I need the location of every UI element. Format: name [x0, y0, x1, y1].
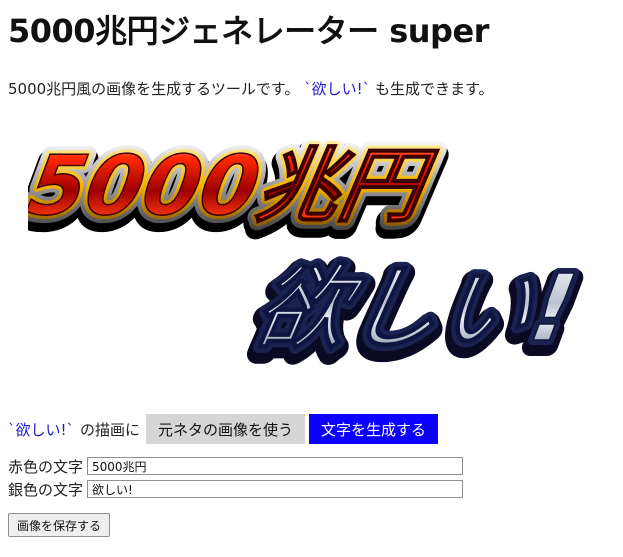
render-code-label: `欲しい!` — [8, 420, 75, 439]
generated-logo-image: 5000兆円 5000兆円 5000兆円 5000兆円 欲しい! 欲しい! 欲し… — [28, 131, 593, 373]
silver-logo-text-group: 欲しい! 欲しい! 欲しい! — [236, 250, 593, 373]
silver-text-input[interactable] — [87, 480, 464, 498]
red-text-input[interactable] — [87, 457, 464, 475]
description-suffix: も生成できます。 — [374, 80, 494, 98]
description-code: `欲しい!` — [304, 80, 371, 98]
generate-text-button[interactable]: 文字を生成する — [309, 414, 439, 444]
silver-text-label: 銀色の文字 — [8, 480, 84, 499]
red-logo-text-group: 5000兆円 5000兆円 5000兆円 5000兆円 — [28, 131, 452, 251]
red-text-label: 赤色の文字 — [8, 457, 84, 476]
page-description: 5000兆円風の画像を生成するツールです。 `欲しい!` も生成できます。 — [8, 78, 493, 99]
description-prefix: 5000兆円風の画像を生成するツールです。 — [8, 80, 300, 98]
page-title: 5000兆円ジェネレーター super — [8, 12, 489, 50]
save-image-button[interactable]: 画像を保存する — [8, 513, 111, 537]
red-text-row: 赤色の文字 — [8, 456, 464, 476]
use-original-image-button[interactable]: 元ネタの画像を使う — [146, 414, 306, 444]
render-mode-controls: `欲しい!` の描画に 元ネタの画像を使う 文字を生成する — [8, 414, 439, 444]
render-label: の描画に — [80, 420, 141, 439]
red-logo-text: 5000兆円 — [28, 139, 442, 234]
silver-text-row: 銀色の文字 — [8, 479, 464, 499]
silver-logo-text: 欲しい! — [247, 255, 584, 362]
